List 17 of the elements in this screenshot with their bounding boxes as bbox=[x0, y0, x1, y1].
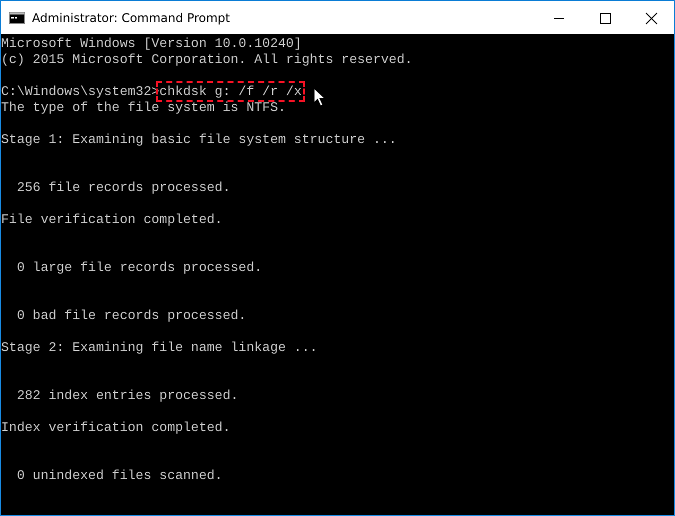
mouse-pointer-icon bbox=[313, 87, 327, 107]
console-line: 0 large file records processed. bbox=[16, 260, 262, 276]
console-line: Microsoft Windows [Version 10.0.10240] bbox=[1, 36, 302, 52]
console-line: The type of the file system is NTFS. bbox=[1, 100, 286, 116]
console-line: Stage 2: Examining file name linkage ... bbox=[1, 340, 318, 356]
console-line: Stage 1: Examining basic file system structure ... bbox=[1, 132, 397, 148]
console-line: (c) 2015 Microsoft Corporation. All rights reserved. bbox=[1, 52, 413, 68]
highlighted-command: chkdsk g: /f /r /x bbox=[159, 84, 302, 99]
console-line: 0 bad file records processed. bbox=[16, 308, 246, 324]
command-prompt: C:\Windows\system32> bbox=[1, 84, 160, 99]
console-line: 256 file records processed. bbox=[16, 180, 230, 196]
console-icon bbox=[9, 12, 25, 24]
console-line: 282 index entries processed. bbox=[16, 388, 238, 404]
window-title: Administrator: Command Prompt bbox=[32, 10, 230, 24]
console-line: File verification completed. bbox=[1, 212, 223, 228]
console-line: 0 unindexed files scanned. bbox=[16, 468, 223, 484]
console-line: Index verification completed. bbox=[1, 420, 230, 436]
